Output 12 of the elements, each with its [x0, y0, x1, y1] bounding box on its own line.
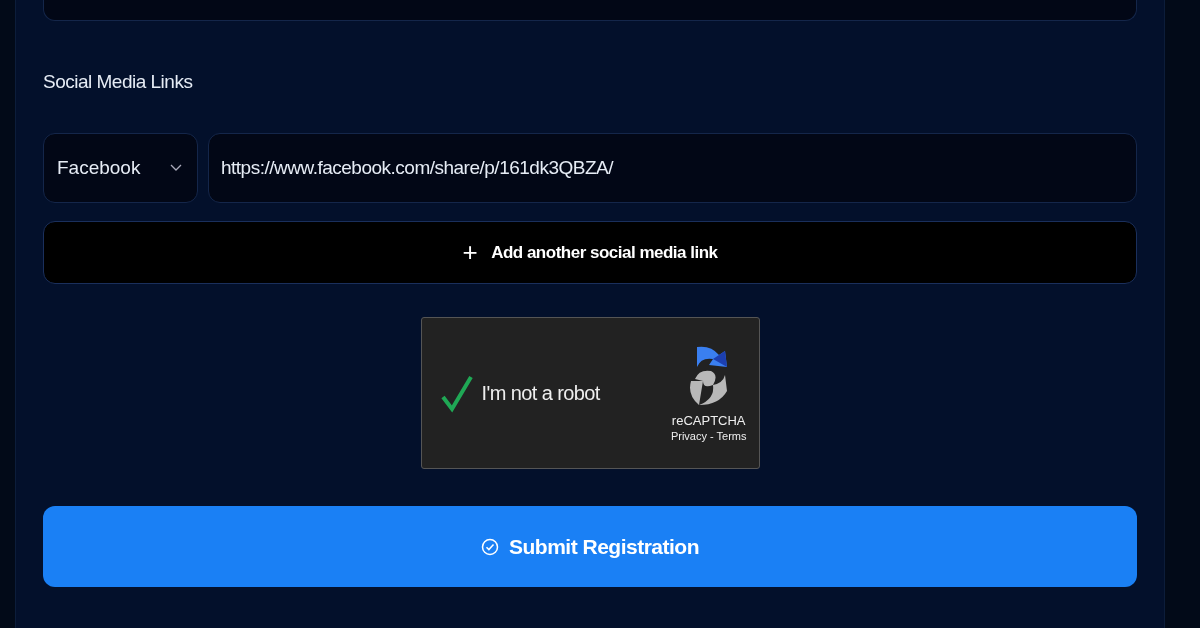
check-circle-icon: [481, 537, 499, 556]
recaptcha-brand: reCAPTCHA: [671, 412, 746, 428]
checkmark-icon[interactable]: [439, 373, 474, 413]
submit-button[interactable]: Submit Registration: [43, 506, 1137, 587]
privacy-terms-links[interactable]: Privacy - Terms: [670, 429, 747, 442]
recaptcha-logo-icon: [688, 344, 729, 407]
chevron-down-icon: [170, 164, 182, 172]
add-link-button[interactable]: + Add another social media link: [43, 221, 1137, 284]
url-field[interactable]: https://www.facebook.com/share/p/161dk3QBZA/: [208, 133, 1137, 203]
platform-select[interactable]: Facebook: [43, 133, 198, 203]
section-title: Social Media Links: [43, 71, 194, 94]
captcha-label: I'm not a robot: [481, 381, 601, 405]
